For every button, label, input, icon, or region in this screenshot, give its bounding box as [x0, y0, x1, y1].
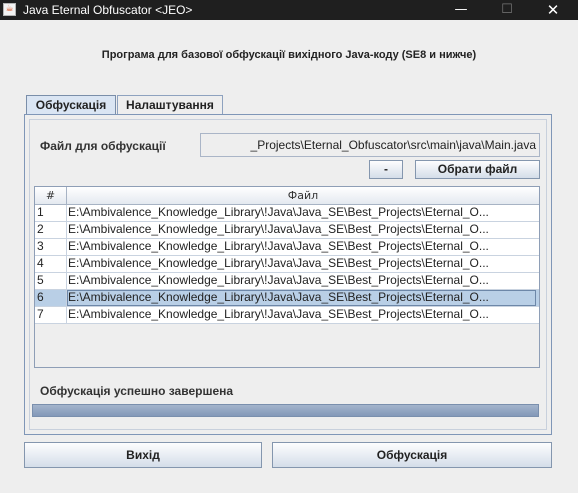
- column-header-file[interactable]: Файл: [67, 187, 539, 204]
- row-number: 2: [35, 222, 67, 238]
- progress-bar: [32, 404, 539, 417]
- maximize-button[interactable]: ☐: [484, 0, 530, 20]
- table-row[interactable]: 4 E:\Ambivalence_Knowledge_Library\!Java…: [35, 256, 539, 273]
- row-file-path: E:\Ambivalence_Knowledge_Library\!Java\J…: [68, 239, 489, 253]
- file-path-field[interactable]: _Projects\Eternal_Obfuscator\src\main\ja…: [200, 133, 540, 157]
- row-number: 3: [35, 239, 67, 255]
- row-number: 1: [35, 205, 67, 221]
- tab-obfuscation[interactable]: Обфускація: [26, 95, 116, 116]
- close-button[interactable]: ✕: [530, 0, 576, 20]
- progress-fill: [33, 405, 538, 416]
- row-file-path: E:\Ambivalence_Knowledge_Library\!Java\J…: [68, 222, 489, 236]
- row-number: 4: [35, 256, 67, 272]
- exit-button[interactable]: Вихід: [24, 442, 262, 468]
- window-title: Java Eternal Obfuscator <JEO>: [23, 3, 193, 17]
- page-title: Програма для базової обфускації вихідног…: [101, 49, 477, 61]
- row-file-path: E:\Ambivalence_Knowledge_Library\!Java\J…: [68, 273, 489, 287]
- minimize-button[interactable]: —: [438, 0, 484, 20]
- row-file-path: E:\Ambivalence_Knowledge_Library\!Java\J…: [68, 307, 489, 321]
- row-number: 6: [35, 290, 67, 306]
- table-row[interactable]: 2 E:\Ambivalence_Knowledge_Library\!Java…: [35, 222, 539, 239]
- row-file-path: E:\Ambivalence_Knowledge_Library\!Java\J…: [68, 205, 489, 219]
- row-file-path: E:\Ambivalence_Knowledge_Library\!Java\J…: [68, 256, 489, 270]
- table-body: 1 E:\Ambivalence_Knowledge_Library\!Java…: [35, 205, 539, 324]
- obfuscate-button[interactable]: Обфускація: [272, 442, 552, 468]
- table-row[interactable]: 3 E:\Ambivalence_Knowledge_Library\!Java…: [35, 239, 539, 256]
- remove-file-button[interactable]: -: [369, 160, 403, 179]
- status-text: Обфускація успешно завершена: [40, 384, 234, 398]
- row-number: 7: [35, 307, 67, 323]
- java-app-icon: ☕: [3, 3, 16, 16]
- table-header: # Файл: [35, 187, 539, 205]
- file-field-label: Файл для обфускації: [40, 139, 166, 153]
- column-header-number[interactable]: #: [35, 187, 67, 204]
- row-number: 5: [35, 273, 67, 289]
- table-row[interactable]: 1 E:\Ambivalence_Knowledge_Library\!Java…: [35, 205, 539, 222]
- table-row[interactable]: 7 E:\Ambivalence_Knowledge_Library\!Java…: [35, 307, 539, 324]
- tab-settings[interactable]: Налаштування: [117, 95, 223, 115]
- title-bar[interactable]: ☕ Java Eternal Obfuscator <JEO> — ☐ ✕: [0, 0, 578, 20]
- choose-file-button[interactable]: Обрати файл: [415, 160, 540, 179]
- table-row-selected[interactable]: 6 E:\Ambivalence_Knowledge_Library\!Java…: [35, 290, 539, 307]
- app-window: ☕ Java Eternal Obfuscator <JEO> — ☐ ✕ Пр…: [0, 0, 578, 493]
- row-file-path: E:\Ambivalence_Knowledge_Library\!Java\J…: [67, 290, 536, 306]
- table-row[interactable]: 5 E:\Ambivalence_Knowledge_Library\!Java…: [35, 273, 539, 290]
- files-table[interactable]: # Файл 1 E:\Ambivalence_Knowledge_Librar…: [34, 186, 540, 368]
